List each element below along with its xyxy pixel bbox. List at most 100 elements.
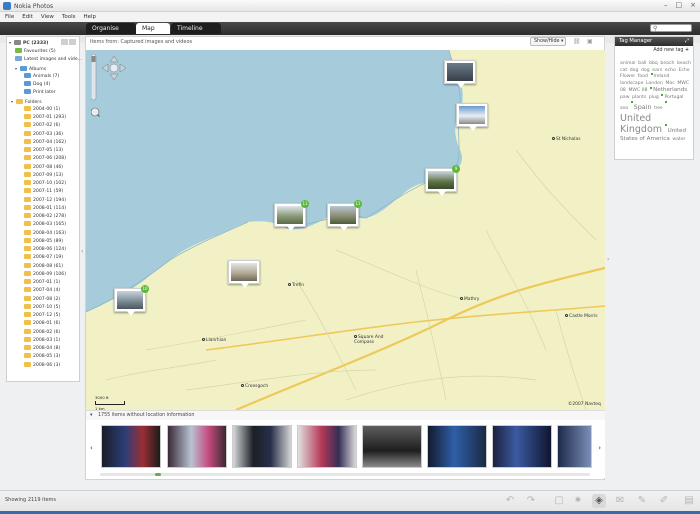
sidebar-item-folder[interactable]: 2007-06 (208) [24,155,66,163]
layers-icon[interactable]: ▣ [587,38,595,45]
tag-item[interactable]: paw [620,95,630,100]
tag-item[interactable]: MWC 08 [628,88,647,93]
filmstrip-scrollbar[interactable] [100,473,590,476]
tag-item[interactable]: ears [652,68,662,73]
map-photo-pin[interactable]: 11 [327,200,362,231]
collapse-sidebar-handle-icon[interactable]: ‹ [81,248,83,255]
sidebar-item-folder[interactable]: 2007-04 (162) [24,138,66,147]
maximize-button[interactable]: □ [676,1,683,9]
strip-thumbnail[interactable] [101,425,161,468]
sidebar-item-folder[interactable]: 2008-06 (3) [24,361,60,370]
tag-item[interactable]: tree [654,105,662,110]
sidebar-item-album[interactable]: Animals (7) [24,72,59,81]
sidebar-item-album[interactable]: ▾ Albums [15,65,46,73]
minimize-button[interactable]: – [664,1,668,9]
menu-edit[interactable]: Edit [22,12,33,22]
tag-item[interactable]: beach [660,61,674,66]
scrollbar-thumb[interactable] [155,473,161,476]
search-input[interactable]: ⚲ [650,24,692,32]
sidebar-item-folder[interactable]: 2008-08 (61) [24,262,63,271]
map-photo-pin[interactable]: 9 [425,165,460,196]
link-icon[interactable]: ⛓ [573,38,581,45]
sidebar-item-folder[interactable]: ▾ Folders [11,98,42,106]
tag-item[interactable]: Netherlands [650,87,687,93]
strip-thumbnail[interactable] [362,425,422,468]
sidebar-item-folder[interactable]: 2004-00 (1) [24,105,60,114]
menu-view[interactable]: View [41,12,54,22]
undo-icon[interactable]: ↶ [503,494,517,508]
close-button[interactable]: × [690,1,696,9]
delete-icon[interactable]: ▤ [682,494,696,508]
tag-item[interactable]: landscape [620,81,643,86]
list-view-icon[interactable] [61,39,68,45]
sidebar-item-folder[interactable]: 2008-05 (3) [24,353,60,361]
sidebar-item-folder[interactable]: 2008-03 (165) [24,221,66,229]
map-photo-pin[interactable] [228,260,260,288]
sidebar-item-folder[interactable]: 2008-01 (114) [24,204,66,213]
share-network-icon[interactable]: ✷ [571,494,585,508]
sidebar-item-folder[interactable]: 2007-12 (5) [24,312,60,320]
grid-view-icon[interactable] [69,39,76,45]
tag-item[interactable]: Ireland [651,74,670,79]
sidebar-item-folder[interactable]: 2008-04 (8) [24,345,60,353]
strip-thumbnail[interactable] [297,425,357,468]
strip-thumbnail[interactable] [232,425,292,468]
map-view[interactable]: St Nicholas Trefin Mathry Castle Morris … [86,50,605,410]
tag-item[interactable]: bbq [649,61,658,66]
sidebar-item-folder[interactable]: 2008-07 (19) [24,254,63,262]
tag-item[interactable]: ball [638,61,646,66]
tag-item[interactable]: plants [632,95,646,100]
map-photo-pin[interactable] [456,103,488,131]
strip-thumbnail[interactable] [557,425,592,468]
sidebar-item-folder[interactable]: 2008-03 (1) [24,336,60,345]
tree-root[interactable]: ▾ PC (2333) [9,39,48,47]
collapse-icon[interactable]: ▾ [90,411,92,420]
sidebar-item-folder[interactable]: 2007-10 (5) [24,303,60,312]
sidebar-item-album[interactable]: Dog (4) [24,81,50,89]
sidebar-item-folder[interactable]: 2007-02 (6) [24,122,60,130]
sidebar-item-folder[interactable]: 2007-12 (194) [24,196,66,205]
sidebar-item-folder[interactable]: 2007-09 (13) [24,171,63,180]
edit-icon[interactable]: ✐ [657,494,671,508]
sidebar-item-fav[interactable]: Favourites (5) [15,48,56,56]
sidebar-item-folder[interactable]: 2007-05 (13) [24,147,63,155]
email-icon[interactable]: ✉ [613,494,627,508]
sidebar-item-folder[interactable]: 2007-08 (2) [24,295,60,304]
message-icon[interactable]: ✎ [635,494,649,508]
tag-item[interactable]: echo [665,68,676,73]
frame-icon[interactable]: ▢ [552,494,566,508]
tag-item[interactable]: beach [677,61,691,66]
redo-icon[interactable]: ↷ [524,494,538,508]
sidebar-item-folder[interactable]: 2008-09 (106) [24,270,66,279]
strip-thumbnail[interactable] [427,425,487,468]
tag-item[interactable]: animal [620,61,636,66]
tag-item[interactable]: Flower [620,74,635,79]
sidebar-item-album[interactable]: Print later [24,89,56,97]
menu-tools[interactable]: Tools [62,12,76,22]
tag-item[interactable]: food [638,74,648,79]
strip-next-button[interactable]: › [598,444,601,452]
tag-item[interactable]: Mac [665,81,674,86]
sidebar-item-folder[interactable]: 2007-03 (36) [24,130,63,139]
tag-item[interactable]: dog [630,68,639,73]
no-location-header[interactable]: ▾ 1755 items without location informatio… [86,410,605,420]
tab-organise[interactable]: Organise [86,23,136,34]
add-new-tag-button[interactable]: Add new tag + [653,48,689,53]
sidebar-item-folder[interactable]: 2007-01 (1) [24,279,60,287]
sidebar-item-folder[interactable]: 2007-01 (293) [24,114,66,122]
strip-prev-button[interactable]: ‹ [90,444,93,452]
sidebar-item-folder[interactable]: 2007-04 (4) [24,287,60,295]
show-hide-dropdown[interactable]: Show/Hide ▾ [530,37,566,46]
sidebar-item-folder[interactable]: 2008-05 (89) [24,237,63,246]
tag-item[interactable]: Spain [631,103,652,111]
tag-item[interactable]: water [672,137,685,142]
collapse-right-panel-handle-icon[interactable]: › [607,256,609,263]
tag-manager-options-icon[interactable]: ⤢ [685,37,689,46]
tag-item[interactable]: London [646,81,663,86]
sidebar-item-folder[interactable]: 2007-11 (59) [24,188,63,196]
tag-icon[interactable]: ◈ [592,494,606,508]
tag-item[interactable]: plug [649,95,659,100]
map-navigation-control[interactable] [91,54,131,118]
tag-item[interactable]: dog [641,68,650,73]
sidebar-item-folder[interactable]: 2007-08 (46) [24,163,63,172]
